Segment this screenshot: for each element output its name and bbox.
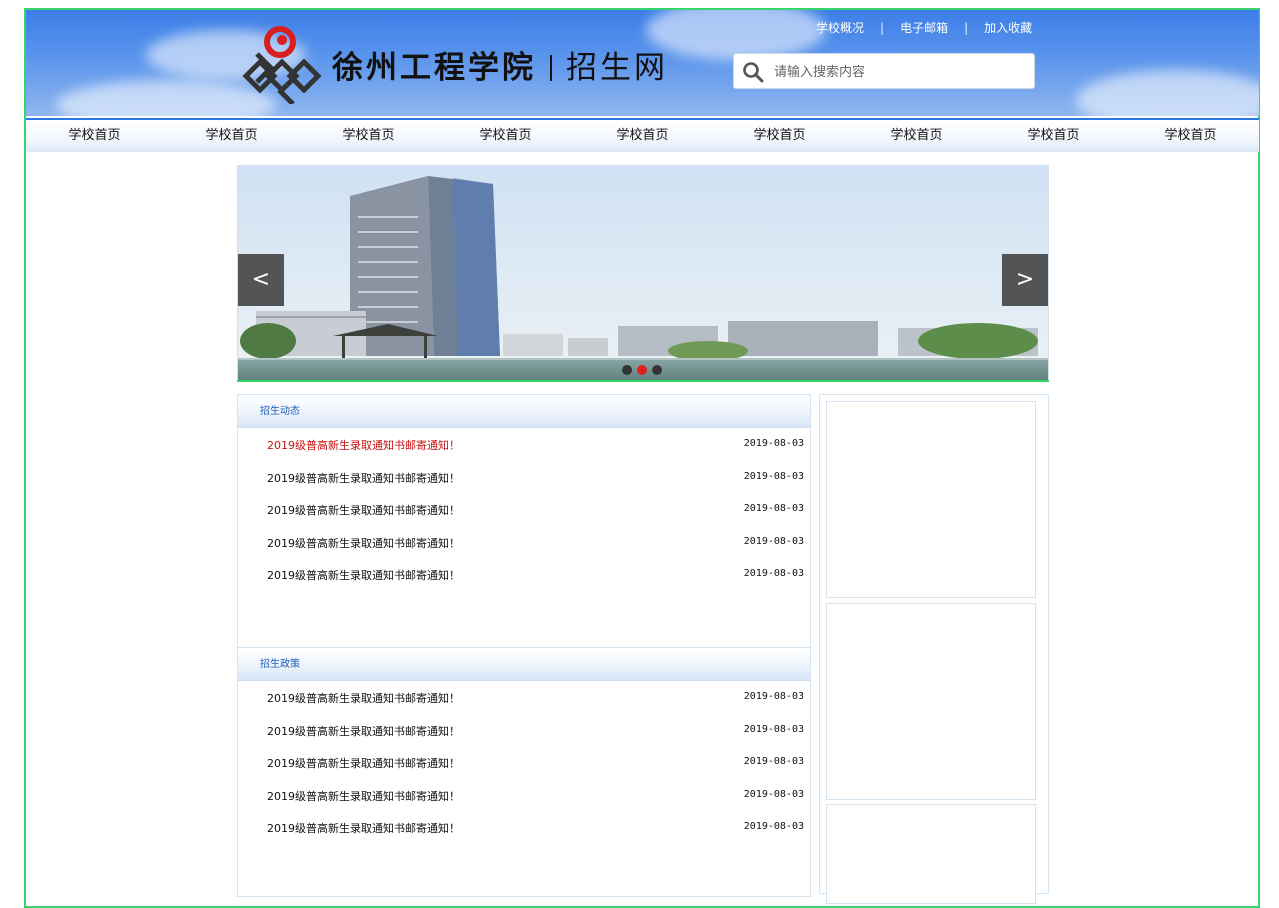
carousel-dots bbox=[622, 365, 662, 375]
sidebar-box[interactable] bbox=[826, 401, 1036, 598]
nav-item-home[interactable]: 学校首页 bbox=[985, 120, 1122, 152]
logo-divider bbox=[550, 55, 552, 81]
news-item[interactable]: 2019级普高新生录取通知书邮寄通知！ 2019-08-03 bbox=[238, 493, 810, 526]
news-title[interactable]: 2019级普高新生录取通知书邮寄通知！ bbox=[267, 470, 460, 486]
nav-item-home[interactable]: 学校首页 bbox=[163, 120, 300, 152]
carousel-dot[interactable] bbox=[652, 365, 662, 375]
sidebar-box[interactable] bbox=[826, 603, 1036, 800]
carousel-dot-active[interactable] bbox=[637, 365, 647, 375]
news-date: 2019-08-03 bbox=[743, 470, 804, 482]
news-date: 2019-08-03 bbox=[743, 788, 804, 800]
school-name: 徐州工程学院 bbox=[332, 50, 536, 86]
news-date: 2019-08-03 bbox=[743, 535, 804, 547]
news-item[interactable]: 2019级普高新生录取通知书邮寄通知！ 2019-08-03 bbox=[238, 746, 810, 779]
search-box bbox=[734, 54, 1034, 90]
news-title[interactable]: 2019级普高新生录取通知书邮寄通知！ bbox=[267, 690, 460, 706]
nav-item-home[interactable]: 学校首页 bbox=[437, 120, 574, 152]
link-separator: | bbox=[880, 21, 885, 35]
news-list: 2019级普高新生录取通知书邮寄通知！ 2019-08-03 2019级普高新生… bbox=[238, 681, 810, 844]
admission-news-panel: 招生动态 2019级普高新生录取通知书邮寄通知！ 2019-08-03 2019… bbox=[237, 394, 811, 648]
news-item[interactable]: 2019级普高新生录取通知书邮寄通知！ 2019-08-03 bbox=[238, 681, 810, 714]
news-item[interactable]: 2019级普高新生录取通知书邮寄通知！ 2019-08-03 bbox=[238, 779, 810, 812]
news-item[interactable]: 2019级普高新生录取通知书邮寄通知！ 2019-08-03 bbox=[238, 714, 810, 747]
carousel-next-button[interactable]: > bbox=[1002, 254, 1048, 306]
sidebar bbox=[819, 394, 1049, 904]
news-date: 2019-08-03 bbox=[743, 438, 804, 449]
panel-header: 招生政策 bbox=[238, 648, 810, 681]
header-cloud bbox=[646, 10, 826, 60]
nav-item-home[interactable]: 学校首页 bbox=[711, 120, 848, 152]
news-item[interactable]: 2019级普高新生录取通知书邮寄通知！ 2019-08-03 bbox=[238, 428, 810, 461]
panel-title-admission-news[interactable]: 招生动态 bbox=[238, 406, 300, 417]
carousel-prev-button[interactable]: < bbox=[238, 254, 284, 306]
header-cloud bbox=[1076, 70, 1259, 116]
site-name: 招生网 bbox=[566, 50, 668, 86]
news-list: 2019级普高新生录取通知书邮寄通知！ 2019-08-03 2019级普高新生… bbox=[238, 428, 810, 591]
news-title[interactable]: 2019级普高新生录取通知书邮寄通知！ bbox=[267, 567, 460, 583]
news-item[interactable]: 2019级普高新生录取通知书邮寄通知！ 2019-08-03 bbox=[238, 558, 810, 591]
school-logo-icon[interactable] bbox=[238, 24, 322, 104]
search-icon[interactable] bbox=[742, 61, 764, 83]
link-separator: | bbox=[964, 21, 969, 35]
news-title[interactable]: 2019级普高新生录取通知书邮寄通知！ bbox=[267, 820, 460, 836]
search-input[interactable] bbox=[772, 54, 1032, 90]
news-date: 2019-08-03 bbox=[743, 723, 804, 735]
news-date: 2019-08-03 bbox=[743, 691, 804, 702]
top-links: 学校概况 | 电子邮箱 | 加入收藏 bbox=[816, 19, 1032, 36]
panel-header: 招生动态 bbox=[238, 395, 810, 428]
news-date: 2019-08-03 bbox=[743, 503, 804, 514]
news-date: 2019-08-03 bbox=[743, 568, 804, 579]
panel-title-admission-policy[interactable]: 招生政策 bbox=[238, 659, 300, 670]
news-title[interactable]: 2019级普高新生录取通知书邮寄通知！ bbox=[267, 755, 460, 771]
main-nav: 学校首页 学校首页 学校首页 学校首页 学校首页 学校首页 学校首页 学校首页 … bbox=[26, 118, 1259, 152]
nav-item-home[interactable]: 学校首页 bbox=[300, 120, 437, 152]
sidebar-box[interactable] bbox=[826, 804, 1036, 904]
site-header: 徐州工程学院 招生网 学校概况 | 电子邮箱 | 加入收藏 bbox=[26, 10, 1259, 116]
news-title[interactable]: 2019级普高新生录取通知书邮寄通知！ bbox=[267, 502, 460, 518]
news-title[interactable]: 2019级普高新生录取通知书邮寄通知！ bbox=[267, 788, 460, 804]
news-item[interactable]: 2019级普高新生录取通知书邮寄通知！ 2019-08-03 bbox=[238, 811, 810, 844]
site-logo-text[interactable]: 徐州工程学院 招生网 bbox=[332, 42, 668, 87]
nav-item-home[interactable]: 学校首页 bbox=[574, 120, 711, 152]
news-date: 2019-08-03 bbox=[743, 756, 804, 767]
link-email[interactable]: 电子邮箱 bbox=[900, 21, 948, 35]
banner-divider bbox=[237, 380, 1049, 382]
news-title[interactable]: 2019级普高新生录取通知书邮寄通知！ bbox=[267, 437, 460, 453]
news-item[interactable]: 2019级普高新生录取通知书邮寄通知！ 2019-08-03 bbox=[238, 461, 810, 494]
link-school-overview[interactable]: 学校概况 bbox=[816, 21, 864, 35]
admission-policy-panel: 招生政策 2019级普高新生录取通知书邮寄通知！ 2019-08-03 2019… bbox=[237, 647, 811, 897]
nav-item-home[interactable]: 学校首页 bbox=[848, 120, 985, 152]
news-item[interactable]: 2019级普高新生录取通知书邮寄通知！ 2019-08-03 bbox=[238, 526, 810, 559]
news-title[interactable]: 2019级普高新生录取通知书邮寄通知！ bbox=[267, 535, 460, 551]
news-date: 2019-08-03 bbox=[743, 821, 804, 832]
link-add-favorite[interactable]: 加入收藏 bbox=[984, 21, 1032, 35]
nav-item-home[interactable]: 学校首页 bbox=[26, 120, 163, 152]
nav-item-home[interactable]: 学校首页 bbox=[1122, 120, 1259, 152]
banner-carousel[interactable]: < > bbox=[237, 165, 1049, 381]
news-title[interactable]: 2019级普高新生录取通知书邮寄通知！ bbox=[267, 723, 460, 739]
campus-photo bbox=[238, 166, 1048, 380]
carousel-dot[interactable] bbox=[622, 365, 632, 375]
